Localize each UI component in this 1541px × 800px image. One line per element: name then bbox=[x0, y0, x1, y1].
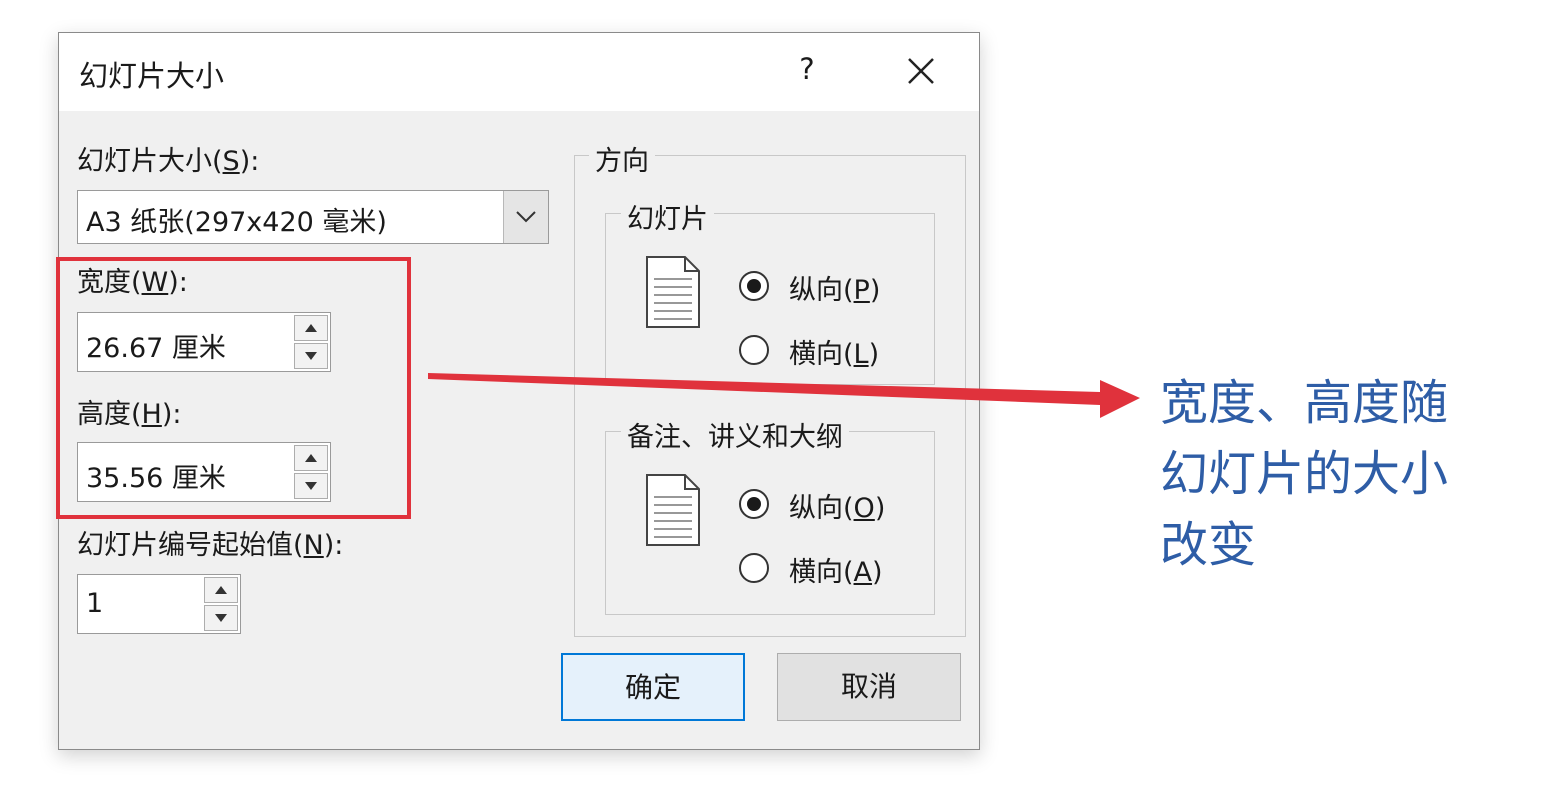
annotation-line-3: 改变 bbox=[1160, 517, 1257, 573]
annotation-line-1: 宽度、高度随 bbox=[1160, 375, 1449, 431]
annotation-text: 宽度、高度随 幻灯片的大小 改变 bbox=[1160, 368, 1520, 581]
annotation-line-2: 幻灯片的大小 bbox=[1160, 446, 1449, 502]
